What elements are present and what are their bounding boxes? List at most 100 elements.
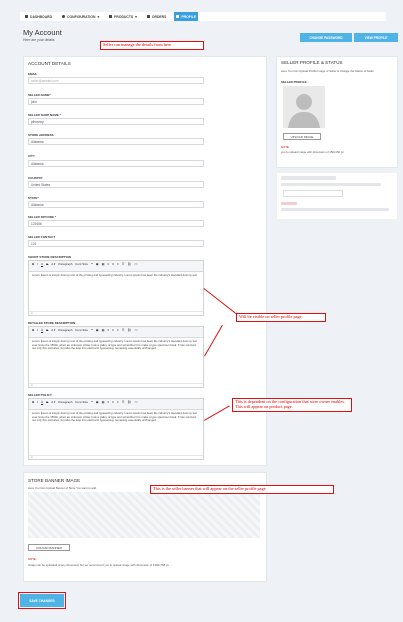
- detailed-description-label: DETAILED STORE DESCRIPTION: [28, 321, 76, 325]
- text-color-icon[interactable]: A ▾: [51, 400, 55, 404]
- country-select[interactable]: United States: [28, 181, 204, 188]
- list-icon[interactable]: ☰: [122, 262, 125, 266]
- align-center-icon[interactable]: ≡: [112, 328, 114, 332]
- align-right-icon[interactable]: ≡: [117, 400, 119, 404]
- seller-policy-editor[interactable]: BIUSA ▾ Paragraph Font Size ❝ ▣ ▦ ≡ ≡ ≡ ☰ ⛓ <> Lore…: [28, 398, 204, 460]
- nav-configuration[interactable]: CONFIGURATION ▾: [60, 12, 101, 21]
- italic-icon[interactable]: I: [37, 328, 38, 332]
- italic-icon[interactable]: I: [37, 400, 38, 404]
- upload-banner-button[interactable]: UPLOAD BANNER: [28, 544, 70, 551]
- align-right-icon[interactable]: ≡: [117, 262, 119, 266]
- quote-icon[interactable]: ❝: [91, 262, 93, 266]
- annotation-manage: Seller can manage the details from here: [100, 41, 204, 50]
- code-icon[interactable]: <>: [134, 328, 138, 332]
- strikethrough-icon[interactable]: S: [46, 400, 48, 404]
- link-icon[interactable]: ⛓: [127, 400, 131, 404]
- image-icon[interactable]: ▣: [96, 400, 99, 404]
- italic-icon[interactable]: I: [37, 262, 38, 266]
- annotation-dependent: This is dependent on the configuration t…: [232, 398, 352, 412]
- short-description-editor[interactable]: BIUSA ▾ Paragraph Font Size ❝ ▣ ▦ ≡ ≡ ≡ ☰ ⛓ <> Lore…: [28, 260, 204, 316]
- font-size-select[interactable]: Font Size: [75, 400, 88, 404]
- quote-icon[interactable]: ❝: [91, 328, 93, 332]
- view-profile-button[interactable]: VIEW PROFILE: [354, 33, 398, 42]
- email-label: EMAIL: [28, 72, 38, 76]
- gear-icon: [62, 15, 66, 18]
- paragraph-select[interactable]: Paragraph: [58, 400, 72, 404]
- quote-icon[interactable]: ❝: [91, 400, 93, 404]
- align-right-icon[interactable]: ≡: [117, 328, 119, 332]
- editor-content[interactable]: Lorem Ipsum is simply dummy text of the …: [29, 338, 203, 353]
- email-field[interactable]: seller@webkul.com: [28, 77, 204, 84]
- banner-note: Image can be uploaded of any dimension b…: [28, 563, 169, 567]
- code-icon[interactable]: <>: [134, 262, 138, 266]
- nav-products[interactable]: PRODUCTS ▾: [107, 12, 139, 21]
- editor-toolbar: BIUSA ▾ Paragraph Font Size ❝ ▣ ▦ ≡ ≡ ≡ ☰ ⛓ <>: [29, 261, 203, 272]
- align-left-icon[interactable]: ≡: [107, 400, 109, 404]
- state-select[interactable]: Alabama: [28, 201, 204, 208]
- banner-image: [28, 492, 260, 538]
- tag-icon: [109, 15, 113, 18]
- shop-name-label: SELLER SHOP NAME *: [28, 113, 61, 117]
- link-icon[interactable]: ⛓: [127, 262, 131, 266]
- city-label: CITY: [28, 154, 35, 158]
- short-description-label: SHORT STORE DESCRIPTION: [28, 255, 71, 259]
- underline-icon[interactable]: U: [41, 400, 43, 404]
- underline-icon[interactable]: U: [41, 328, 43, 332]
- text-color-icon[interactable]: A ▾: [51, 262, 55, 266]
- underline-icon[interactable]: U: [41, 262, 43, 266]
- list-icon[interactable]: ☰: [122, 400, 125, 404]
- seller-profile-description: Here You Can Upload Profile Image of Sel…: [281, 69, 374, 73]
- table-icon[interactable]: ▦: [102, 400, 105, 404]
- blurred-text: [281, 183, 381, 186]
- paragraph-select[interactable]: Paragraph: [58, 262, 72, 266]
- link-icon[interactable]: ⛓: [127, 328, 131, 332]
- detailed-description-editor[interactable]: BIUSA ▾ Paragraph Font Size ❝ ▣ ▦ ≡ ≡ ≡ ☰ ⛓ <> Lore…: [28, 326, 204, 388]
- country-label: COUNTRY: [28, 176, 43, 180]
- save-changes-button[interactable]: SAVE CHANGES: [18, 592, 66, 609]
- table-icon[interactable]: ▦: [102, 262, 105, 266]
- table-icon[interactable]: ▦: [102, 328, 105, 332]
- zipcode-field[interactable]: 123456: [28, 220, 204, 227]
- annotation-banner: This is the seller banner that will appe…: [150, 485, 334, 494]
- store-banner-description: Here You Can Upload Banner of Store You …: [28, 486, 97, 490]
- shop-name-field[interactable]: johnshop: [28, 118, 204, 125]
- align-left-icon[interactable]: ≡: [107, 328, 109, 332]
- seller-name-label: SELLER NAME*: [28, 93, 51, 97]
- nav-dashboard[interactable]: DASHBOARD: [23, 12, 54, 21]
- font-size-select[interactable]: Font Size: [75, 328, 88, 332]
- city-field[interactable]: Alabama: [28, 160, 204, 167]
- code-icon[interactable]: <>: [134, 400, 138, 404]
- strikethrough-icon[interactable]: S: [46, 328, 48, 332]
- editor-content[interactable]: Lorem Ipsum is simply dummy text of the …: [29, 410, 203, 425]
- seller-name-field[interactable]: john: [28, 98, 204, 105]
- upload-image-button[interactable]: UPLOAD IMAGE: [283, 133, 321, 140]
- state-label: STATE*: [28, 196, 39, 200]
- list-icon[interactable]: ☰: [122, 328, 125, 332]
- strikethrough-icon[interactable]: S: [46, 262, 48, 266]
- bold-icon[interactable]: B: [32, 262, 34, 266]
- contact-field[interactable]: 123: [28, 240, 204, 247]
- store-address-field[interactable]: Alabama: [28, 138, 204, 145]
- text-color-icon[interactable]: A ▾: [51, 328, 55, 332]
- bold-icon[interactable]: B: [32, 400, 34, 404]
- change-password-button[interactable]: CHANGE PASSWORD: [300, 33, 352, 42]
- annotation-visible: Will be visible on seller profile page: [236, 313, 326, 322]
- align-center-icon[interactable]: ≡: [112, 400, 114, 404]
- user-icon: [176, 15, 180, 18]
- editor-footer: p: [29, 311, 203, 315]
- nav-orders[interactable]: ORDERS: [145, 12, 169, 21]
- seller-profile-label: SELLER PROFILE: [281, 80, 307, 84]
- seller-policy-label: SELLER POLICY: [28, 393, 52, 397]
- editor-content[interactable]: Lorem Ipsum is simply dummy text of the …: [29, 272, 203, 280]
- font-size-select[interactable]: Font Size: [75, 262, 88, 266]
- align-left-icon[interactable]: ≡: [107, 262, 109, 266]
- editor-footer: p: [29, 455, 203, 459]
- image-icon[interactable]: ▣: [96, 328, 99, 332]
- paragraph-select[interactable]: Paragraph: [58, 328, 72, 332]
- image-icon[interactable]: ▣: [96, 262, 99, 266]
- avatar: [283, 86, 325, 128]
- blurred-heading: [281, 176, 336, 180]
- bold-icon[interactable]: B: [32, 328, 34, 332]
- nav-profile[interactable]: PROFILE: [174, 12, 199, 21]
- align-center-icon[interactable]: ≡: [112, 262, 114, 266]
